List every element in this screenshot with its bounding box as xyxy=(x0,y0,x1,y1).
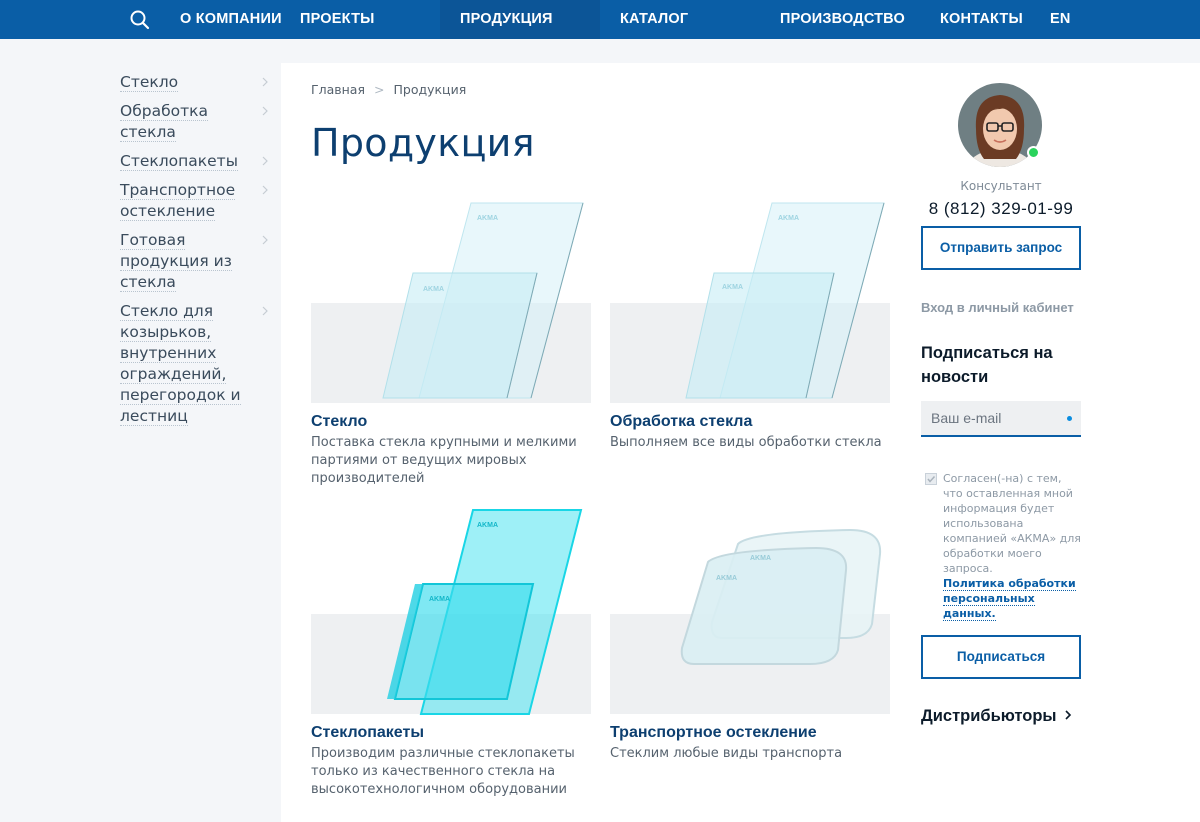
chevron-right-icon xyxy=(262,185,268,195)
required-indicator-icon xyxy=(1067,416,1072,421)
product-image-glass-processing[interactable]: AKMA AKMA xyxy=(610,193,890,405)
breadcrumb-separator-icon: > xyxy=(374,82,385,97)
brand-text: AKMA xyxy=(750,555,771,562)
brand-text: AKMA xyxy=(778,215,799,222)
sidebar-item-glass-processing[interactable]: Обработка стекла xyxy=(120,101,270,143)
sidebar-item-glass[interactable]: Стекло xyxy=(120,72,270,93)
nav-item-production[interactable]: ПРОИЗВОДСТВО xyxy=(780,0,905,39)
brand-text: AKMA xyxy=(722,284,743,291)
breadcrumb: Главная > Продукция xyxy=(311,82,466,97)
nav-item-company[interactable]: О КОМПАНИИ xyxy=(180,0,282,39)
product-title[interactable]: Стеклопакеты xyxy=(311,724,591,742)
product-description: Производим различные стеклопакеты только… xyxy=(311,746,575,797)
brand-text: AKMA xyxy=(429,596,450,603)
product-card-transport-glazing: AKMA AKMA Транспортное остекление Стекли… xyxy=(610,504,890,763)
product-card-glass-processing: AKMA AKMA Обработка стекла Выполняем все… xyxy=(610,193,890,452)
breadcrumb-home-link[interactable]: Главная xyxy=(311,82,365,97)
consent-block: Согласен(-на) с тем, что оставленная мно… xyxy=(921,471,1081,621)
nav-item-projects[interactable]: ПРОЕКТЫ xyxy=(300,0,375,39)
product-card-glass-units: AKMA AKMA Стеклопакеты Производим различ… xyxy=(311,504,591,799)
subscribe-heading: Подписаться на новости xyxy=(921,344,1053,386)
personal-account-login-link[interactable]: Вход в личный кабинет xyxy=(921,300,1074,315)
product-card-glass: AKMA AKMA Стекло Поставка стекла крупным… xyxy=(311,193,591,488)
chevron-right-icon xyxy=(1065,710,1072,720)
product-description: Поставка стекла крупными и мелкими парти… xyxy=(311,435,577,486)
email-field[interactable] xyxy=(921,401,1081,437)
brand-text: AKMA xyxy=(477,215,498,222)
sidebar-item-label: Готовая продукция из стекла xyxy=(120,231,232,292)
main-content: Главная > Продукция Продукция AKMA AKMA Ст… xyxy=(281,63,1200,822)
consultant-label: Консультант xyxy=(960,179,1042,193)
consent-checkbox[interactable] xyxy=(925,473,937,485)
sidebar-item-finished-products[interactable]: Готовая продукция из стекла xyxy=(120,230,270,293)
nav-item-contacts[interactable]: КОНТАКТЫ xyxy=(940,0,1023,39)
product-image-glass-units[interactable]: AKMA AKMA xyxy=(311,504,591,716)
sidebar-item-label: Стекло xyxy=(120,73,179,92)
product-image-glass[interactable]: AKMA AKMA xyxy=(311,193,591,405)
chevron-right-icon xyxy=(262,156,268,166)
nav-item-catalog[interactable]: КАТАЛОГ xyxy=(620,0,688,39)
chevron-right-icon xyxy=(262,306,268,316)
online-status-indicator xyxy=(1027,146,1040,159)
nav-item-language[interactable]: EN xyxy=(1050,0,1071,39)
product-description: Стеклим любые виды транспорта xyxy=(610,746,843,761)
nav-item-products[interactable]: ПРОДУКЦИЯ xyxy=(460,0,553,39)
sidebar-item-label: Транспортное остекление xyxy=(120,181,236,221)
product-description: Выполняем все виды обработки стекла xyxy=(610,435,882,450)
page-title: Продукция xyxy=(311,121,535,165)
chevron-right-icon xyxy=(262,106,268,116)
distributors-label: Дистрибьюторы xyxy=(921,707,1057,725)
sidebar-item-transport-glazing[interactable]: Транспортное остекление xyxy=(120,180,270,222)
brand-text: AKMA xyxy=(477,522,498,529)
breadcrumb-current: Продукция xyxy=(393,82,467,97)
consent-text: Согласен(-на) с тем, что оставленная мно… xyxy=(943,472,1081,575)
sidebar-item-glass-units[interactable]: Стеклопакеты xyxy=(120,151,270,172)
product-title[interactable]: Стекло xyxy=(311,413,591,431)
brand-text: AKMA xyxy=(716,575,737,582)
distributors-link[interactable]: Дистрибьюторы xyxy=(921,707,1073,726)
consultant-phone[interactable]: 8 (812) 329-01-99 xyxy=(921,199,1081,219)
product-title[interactable]: Транспортное остекление xyxy=(610,724,890,742)
privacy-policy-link[interactable]: Политика обработки персональных данных. xyxy=(943,577,1076,621)
sidebar-item-label: Стеклопакеты xyxy=(120,152,238,171)
brand-text: AKMA xyxy=(423,286,444,293)
sidebar-menu: Стекло Обработка стекла Стеклопакеты Тра… xyxy=(120,72,270,435)
top-navigation: О КОМПАНИИ ПРОЕКТЫ ПРОДУКЦИЯ КАТАЛОГ ПРО… xyxy=(0,0,1200,39)
product-title[interactable]: Обработка стекла xyxy=(610,413,890,431)
send-request-button[interactable]: Отправить запрос xyxy=(921,226,1081,270)
checkmark-icon xyxy=(927,475,936,483)
sidebar-item-label: Стекло для козырьков, внутренних огражде… xyxy=(120,302,241,426)
search-icon[interactable] xyxy=(128,8,152,32)
sidebar-item-canopy-glass[interactable]: Стекло для козырьков, внутренних огражде… xyxy=(120,301,270,427)
chevron-right-icon xyxy=(262,235,268,245)
subscribe-button[interactable]: Подписаться xyxy=(921,635,1081,679)
chevron-right-icon xyxy=(262,77,268,87)
product-image-transport-glazing[interactable]: AKMA AKMA xyxy=(610,504,890,716)
sidebar-item-label: Обработка стекла xyxy=(120,102,209,142)
